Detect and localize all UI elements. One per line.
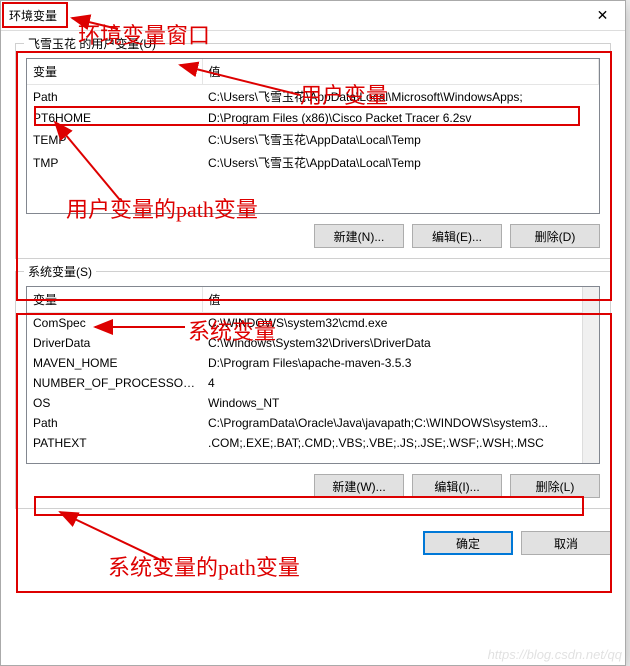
user-edit-button[interactable]: 编辑(E)...	[412, 224, 502, 248]
dialog-content: 飞雪玉花 的用户变量(U) 变量 值 PathC:\Users\飞雪玉花\App…	[1, 31, 625, 531]
col-value[interactable]: 值	[202, 59, 599, 85]
table-row[interactable]: ComSpecC:\WINDOWS\system32\cmd.exe	[27, 313, 599, 334]
table-row[interactable]: MAVEN_HOMED:\Program Files\apache-maven-…	[27, 353, 599, 373]
col-variable[interactable]: 变量	[27, 287, 202, 313]
system-button-row: 新建(W)... 编辑(I)... 删除(L)	[26, 474, 600, 498]
system-new-button[interactable]: 新建(W)...	[314, 474, 404, 498]
ok-button[interactable]: 确定	[423, 531, 513, 555]
table-row[interactable]: TEMPC:\Users\飞雪玉花\AppData\Local\Temp	[27, 128, 599, 151]
system-variables-table-wrap[interactable]: 变量 值 ComSpecC:\WINDOWS\system32\cmd.exe …	[26, 286, 600, 464]
close-icon: ✕	[597, 7, 609, 24]
table-row[interactable]: DriverDataC:\Windows\System32\Drivers\Dr…	[27, 333, 599, 353]
table-row[interactable]: TMPC:\Users\飞雪玉花\AppData\Local\Temp	[27, 151, 599, 174]
col-value[interactable]: 值	[202, 287, 599, 313]
table-row[interactable]: PT6HOMED:\Program Files (x86)\Cisco Pack…	[27, 108, 599, 128]
user-variables-fieldset: 飞雪玉花 的用户变量(U) 变量 值 PathC:\Users\飞雪玉花\App…	[15, 43, 611, 259]
table-row[interactable]: OSWindows_NT	[27, 393, 599, 413]
close-button[interactable]: ✕	[580, 1, 625, 31]
user-delete-button[interactable]: 删除(D)	[510, 224, 600, 248]
user-variables-table-wrap[interactable]: 变量 值 PathC:\Users\飞雪玉花\AppData\Local\Mic…	[26, 58, 600, 214]
cancel-button[interactable]: 取消	[521, 531, 611, 555]
window-title: 环境变量	[9, 7, 57, 24]
scrollbar[interactable]	[582, 287, 599, 463]
table-row[interactable]: PathC:\ProgramData\Oracle\Java\javapath;…	[27, 413, 599, 433]
system-variables-legend: 系统变量(S)	[24, 263, 96, 280]
table-row[interactable]: PathC:\Users\飞雪玉花\AppData\Local\Microsof…	[27, 85, 599, 109]
titlebar: 环境变量 ✕	[1, 1, 625, 31]
user-button-row: 新建(N)... 编辑(E)... 删除(D)	[26, 224, 600, 248]
user-variables-legend: 飞雪玉花 的用户变量(U)	[24, 35, 160, 52]
table-row[interactable]: PATHEXT.COM;.EXE;.BAT;.CMD;.VBS;.VBE;.JS…	[27, 433, 599, 453]
user-new-button[interactable]: 新建(N)...	[314, 224, 404, 248]
system-variables-table: 变量 值 ComSpecC:\WINDOWS\system32\cmd.exe …	[27, 287, 599, 453]
table-row[interactable]: NUMBER_OF_PROCESSORS4	[27, 373, 599, 393]
system-edit-button[interactable]: 编辑(I)...	[412, 474, 502, 498]
system-delete-button[interactable]: 删除(L)	[510, 474, 600, 498]
user-variables-table: 变量 值 PathC:\Users\飞雪玉花\AppData\Local\Mic…	[27, 59, 599, 174]
env-var-dialog: 环境变量 ✕ 飞雪玉花 的用户变量(U) 变量 值 PathC:\Users\飞…	[0, 0, 626, 666]
system-variables-fieldset: 系统变量(S) 变量 值 ComSpecC:\WINDOWS\system32\…	[15, 271, 611, 509]
dialog-footer: 确定 取消	[1, 531, 625, 567]
col-variable[interactable]: 变量	[27, 59, 202, 85]
